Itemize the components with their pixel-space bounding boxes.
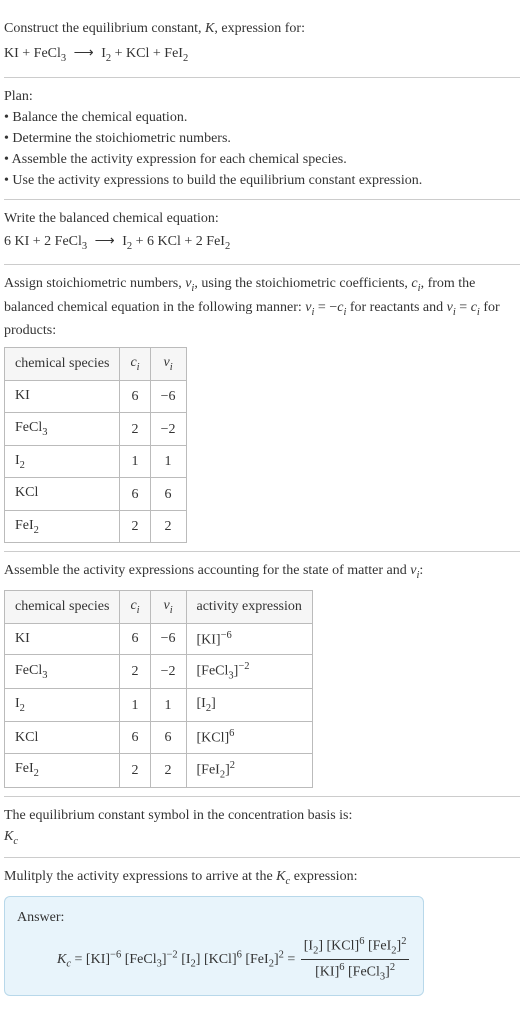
kc-symbol-text: The equilibrium constant symbol in the c… — [4, 805, 520, 826]
plan-section: Plan: • Balance the chemical equation. •… — [4, 78, 520, 200]
table-row: FeCl32−2 — [5, 413, 187, 446]
balanced-equation: 6 KI + 2 FeCl3 ⟶ I2 + 6 KCl + 2 FeI2 — [4, 229, 520, 257]
header-species: chemical species — [5, 348, 120, 381]
table-row: I211[I2] — [5, 689, 313, 722]
plan-title: Plan: — [4, 86, 520, 107]
plan-bullet-2: • Determine the stoichiometric numbers. — [4, 128, 520, 149]
plan-bullet-1: • Balance the chemical equation. — [4, 107, 520, 128]
table-row: KI6−6 — [5, 380, 187, 413]
header-nui: νi — [150, 348, 186, 381]
table-header-row: chemical species ci νi activity expressi… — [5, 591, 313, 624]
balanced-section: Write the balanced chemical equation: 6 … — [4, 200, 520, 266]
intro-section: Construct the equilibrium constant, K, e… — [4, 8, 520, 78]
header-activity: activity expression — [186, 591, 312, 624]
stoich-table: chemical species ci νi KI6−6 FeCl32−2 I2… — [4, 347, 187, 543]
header-ci: ci — [120, 591, 150, 624]
bal-lhs-sub: 3 — [82, 240, 87, 251]
header-nui: νi — [150, 591, 186, 624]
fraction-denominator: [KI]6 [FeCl3]2 — [301, 959, 410, 985]
arrow-icon: ⟶ — [91, 234, 119, 249]
activity-section: Assemble the activity expressions accoun… — [4, 552, 520, 796]
table-row: FeI222[FeI2]2 — [5, 753, 313, 787]
intro-text-b: , expression for: — [214, 21, 305, 36]
plan-bullet-4: • Use the activity expressions to build … — [4, 170, 520, 191]
fraction-numerator: [I2] [KCl]6 [FeI2]2 — [301, 934, 410, 959]
stoich-text: Assign stoichiometric numbers, νi, using… — [4, 273, 520, 341]
header-species: chemical species — [5, 591, 120, 624]
fraction: [I2] [KCl]6 [FeI2]2[KI]6 [FeCl3]2 — [301, 934, 410, 985]
activity-text: Assemble the activity expressions accoun… — [4, 560, 520, 584]
multiply-text: Mulitply the activity expressions to arr… — [4, 866, 520, 890]
plan-bullet-3: • Assemble the activity expression for e… — [4, 149, 520, 170]
intro-text-a: Construct the equilibrium constant, — [4, 21, 205, 36]
eq-lhs: KI + FeCl — [4, 46, 61, 61]
bal-rhs2-sub: 2 — [225, 240, 230, 251]
table-row: I211 — [5, 445, 187, 478]
multiply-section: Mulitply the activity expressions to arr… — [4, 858, 520, 1004]
answer-equation: Kc = [KI]−6 [FeCl3]−2 [I2] [KCl]6 [FeI2]… — [17, 934, 411, 985]
table-row: KCl66 — [5, 478, 187, 511]
intro-text: Construct the equilibrium constant, K, e… — [4, 16, 520, 41]
answer-label: Answer: — [17, 907, 411, 928]
arrow-icon: ⟶ — [70, 46, 98, 61]
eq-rhs2-sub: 2 — [183, 53, 188, 64]
table-row: KI6−6[KI]−6 — [5, 623, 313, 655]
answer-box: Answer: Kc = [KI]−6 [FeCl3]−2 [I2] [KCl]… — [4, 896, 424, 996]
balanced-title: Write the balanced chemical equation: — [4, 208, 520, 229]
activity-table: chemical species ci νi activity expressi… — [4, 590, 313, 788]
eq-lhs-sub: 3 — [61, 53, 66, 64]
table-row: FeCl32−2[FeCl3]−2 — [5, 655, 313, 689]
table-row: KCl66[KCl]6 — [5, 721, 313, 753]
table-header-row: chemical species ci νi — [5, 348, 187, 381]
header-ci: ci — [120, 348, 150, 381]
intro-k: K — [205, 21, 214, 36]
kc-symbol-section: The equilibrium constant symbol in the c… — [4, 797, 520, 859]
intro-equation: KI + FeCl3 ⟶ I2 + KCl + FeI2 — [4, 41, 520, 69]
bal-lhs: 6 KI + 2 FeCl — [4, 234, 82, 249]
table-row: FeI222 — [5, 510, 187, 543]
stoich-section: Assign stoichiometric numbers, νi, using… — [4, 265, 520, 552]
bal-rhs2: + 6 KCl + 2 FeI — [132, 234, 225, 249]
kc-symbol: Kc — [4, 826, 520, 850]
eq-rhs2: + KCl + FeI — [111, 46, 183, 61]
